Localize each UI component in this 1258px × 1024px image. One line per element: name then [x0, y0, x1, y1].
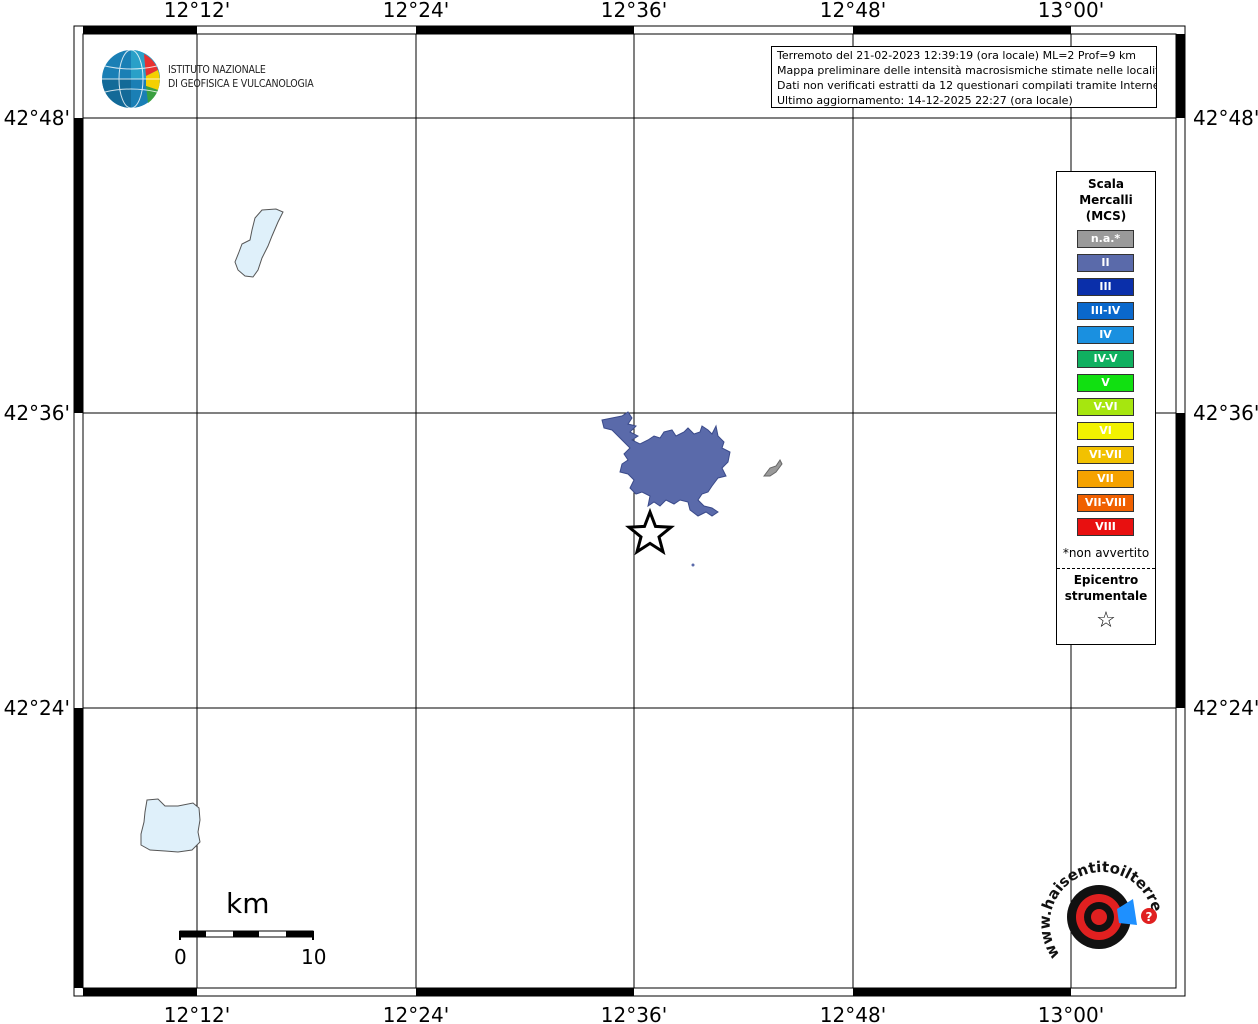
- legend-swatch: II: [1077, 254, 1134, 272]
- lat-label-left-2: 42°36': [4, 401, 70, 425]
- legend-swatch: n.a.*: [1077, 230, 1134, 248]
- lat-label-left-1: 42°48': [4, 106, 70, 130]
- legend-swatch: IV-V: [1077, 350, 1134, 368]
- legend-title-line-2: Mercalli: [1079, 193, 1133, 207]
- lon-label-bottom-5: 13°00': [1038, 1003, 1104, 1024]
- frame-ticks: [74, 26, 1185, 996]
- legend-swatch: V: [1077, 374, 1134, 392]
- epicenter-star-icon: [625, 507, 675, 556]
- legend-swatch: VIII: [1077, 518, 1134, 536]
- legend-epicenter-line-2: strumentale: [1064, 589, 1148, 603]
- lon-label-bottom-2: 12°24': [383, 1003, 449, 1024]
- logo-line-2: DI GEOFISICA E VULCANOLOGIA: [168, 78, 314, 90]
- lat-label-left-3: 42°24': [4, 696, 70, 720]
- info-line-4: Ultimo aggiornamento: 14-12-2025 22:27 (…: [777, 94, 1073, 107]
- lon-label-bottom-3: 12°36': [601, 1003, 667, 1024]
- logo-line-1: ISTITUTO NAZIONALE: [168, 64, 266, 76]
- legend-swatch: V-VI: [1077, 398, 1134, 416]
- map-frame-outer: [73, 25, 1186, 997]
- haisentito-badge[interactable]: www.haisentitoilterremoto.it ?: [1027, 841, 1166, 985]
- info-line-2: Mappa preliminare delle intensità macros…: [777, 64, 1157, 77]
- svg-text:?: ?: [1146, 910, 1153, 924]
- ingv-logo-text: ISTITUTO NAZIONALE DI GEOFISICA E VULCAN…: [168, 63, 314, 91]
- event-info-box: Terremoto del 21-02-2023 12:39:19 (ora l…: [771, 46, 1157, 108]
- legend-title-line-3: (MCS): [1085, 209, 1127, 223]
- lake-north: [234, 208, 284, 278]
- legend-star-icon: ☆: [1096, 608, 1116, 633]
- legend-swatch: VII-VIII: [1077, 494, 1134, 512]
- lon-label-top-3: 12°36': [601, 0, 667, 22]
- lat-label-right-3: 42°24': [1193, 696, 1258, 720]
- legend-epicenter-line-1: Epicentro: [1073, 573, 1139, 587]
- info-line-3: Dati non verificati estratti da 12 quest…: [777, 79, 1157, 92]
- scale-bar: [179, 930, 314, 940]
- lon-label-top-1: 12°12': [164, 0, 230, 22]
- lat-label-right-1: 42°48': [1193, 106, 1258, 130]
- lon-label-top-4: 12°48': [820, 0, 886, 22]
- small-point: [691, 563, 695, 567]
- lon-label-bottom-1: 12°12': [164, 1003, 230, 1024]
- legend-title: Scala Mercalli (MCS): [1057, 176, 1155, 224]
- legend-swatch: III: [1077, 278, 1134, 296]
- graticule: [83, 34, 1176, 988]
- scale-max-label: 10: [301, 945, 327, 969]
- lon-label-top-2: 12°24': [383, 0, 449, 22]
- scale-min-label: 0: [174, 945, 187, 969]
- globe-icon: [102, 49, 160, 109]
- legend-note: *non avvertito: [1062, 546, 1150, 560]
- intensity-area-ii: [601, 411, 731, 517]
- map-frame-inner: [82, 33, 1177, 989]
- legend-title-line-1: Scala: [1087, 177, 1125, 191]
- info-line-1: Terremoto del 21-02-2023 12:39:19 (ora l…: [777, 49, 1137, 62]
- legend-swatch: III-IV: [1077, 302, 1134, 320]
- legend-swatch: VI-VII: [1077, 446, 1134, 464]
- legend-epicenter-label: Epicentro strumentale: [1057, 572, 1155, 604]
- legend-separator: [1057, 568, 1155, 569]
- mcs-legend: Scala Mercalli (MCS) n.a.* II III III-IV IV I…: [1056, 171, 1156, 645]
- scale-unit-label: km: [226, 887, 270, 920]
- haisentito-logo-icon: www.haisentitoilterremoto.it ?: [1027, 841, 1166, 962]
- not-felt-area: [763, 459, 783, 477]
- legend-swatch: VII: [1077, 470, 1134, 488]
- legend-swatch: IV: [1077, 326, 1134, 344]
- lon-label-top-5: 13°00': [1038, 0, 1104, 22]
- lon-label-bottom-4: 12°48': [820, 1003, 886, 1024]
- lake-south: [140, 798, 201, 853]
- legend-swatch: VI: [1077, 422, 1134, 440]
- lat-label-right-2: 42°36': [1193, 401, 1258, 425]
